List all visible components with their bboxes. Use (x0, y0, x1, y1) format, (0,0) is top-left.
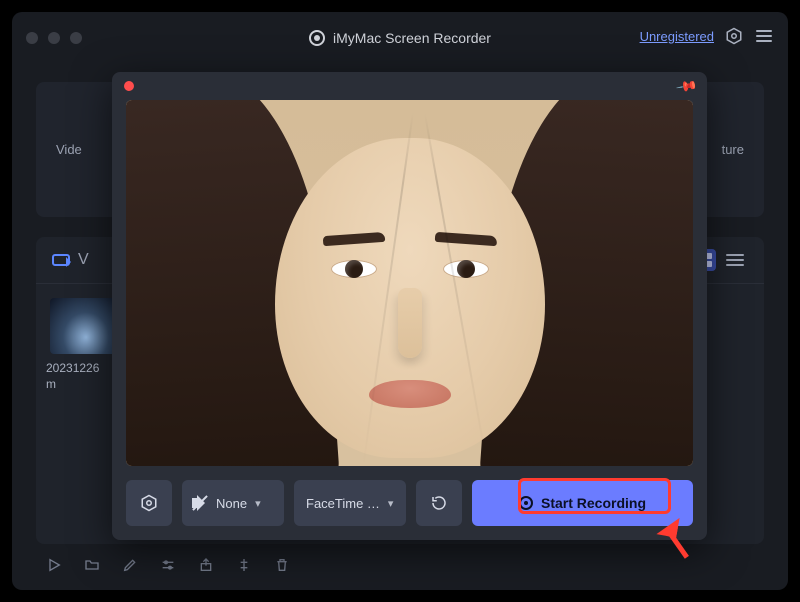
library-title-cut: V (78, 251, 89, 269)
app-logo-icon (309, 30, 325, 46)
titlebar: iMyMac Screen Recorder Unregistered (12, 12, 788, 64)
account-status-link[interactable]: Unregistered (640, 29, 714, 44)
play-icon[interactable] (46, 557, 62, 573)
chevron-down-icon: ▾ (255, 497, 261, 510)
record-icon (519, 496, 533, 510)
app-window: iMyMac Screen Recorder Unregistered Vide… (12, 12, 788, 590)
camera-source-label: FaceTime … (306, 496, 380, 511)
adjust-icon[interactable] (160, 557, 176, 573)
mode-tile-right-cut: ture (722, 142, 744, 157)
app-title: iMyMac Screen Recorder (333, 30, 491, 46)
folder-icon[interactable] (84, 557, 100, 573)
menu-icon[interactable] (754, 26, 774, 46)
list-view-button[interactable] (722, 249, 748, 271)
mute-icon (192, 495, 208, 511)
chevron-down-icon: ▾ (388, 497, 394, 510)
audio-source-dropdown[interactable]: None ▾ (182, 480, 284, 526)
titlebar-right: Unregistered (640, 26, 774, 46)
mode-tile-left-cut: Vide (56, 142, 82, 157)
start-recording-label: Start Recording (541, 495, 646, 511)
webcam-record-panel: 📌 None ▾ FaceTime … (112, 72, 707, 540)
edit-icon[interactable] (122, 557, 138, 573)
compress-icon[interactable] (236, 557, 252, 573)
settings-icon[interactable] (724, 26, 744, 46)
audio-source-label: None (216, 496, 247, 511)
reset-button[interactable] (416, 480, 462, 526)
modal-titlebar: 📌 (112, 72, 707, 100)
record-indicator-icon (124, 81, 134, 91)
video-icon (52, 254, 70, 266)
modal-settings-button[interactable] (126, 480, 172, 526)
pin-icon[interactable]: 📌 (674, 74, 698, 98)
trash-icon[interactable] (274, 557, 290, 573)
camera-source-dropdown[interactable]: FaceTime … ▾ (294, 480, 406, 526)
modal-controls: None ▾ FaceTime … ▾ Start Recording (112, 466, 707, 540)
bottom-toolbar (36, 550, 764, 580)
export-icon[interactable] (198, 557, 214, 573)
start-recording-button[interactable]: Start Recording (472, 480, 693, 526)
camera-preview (126, 100, 693, 466)
